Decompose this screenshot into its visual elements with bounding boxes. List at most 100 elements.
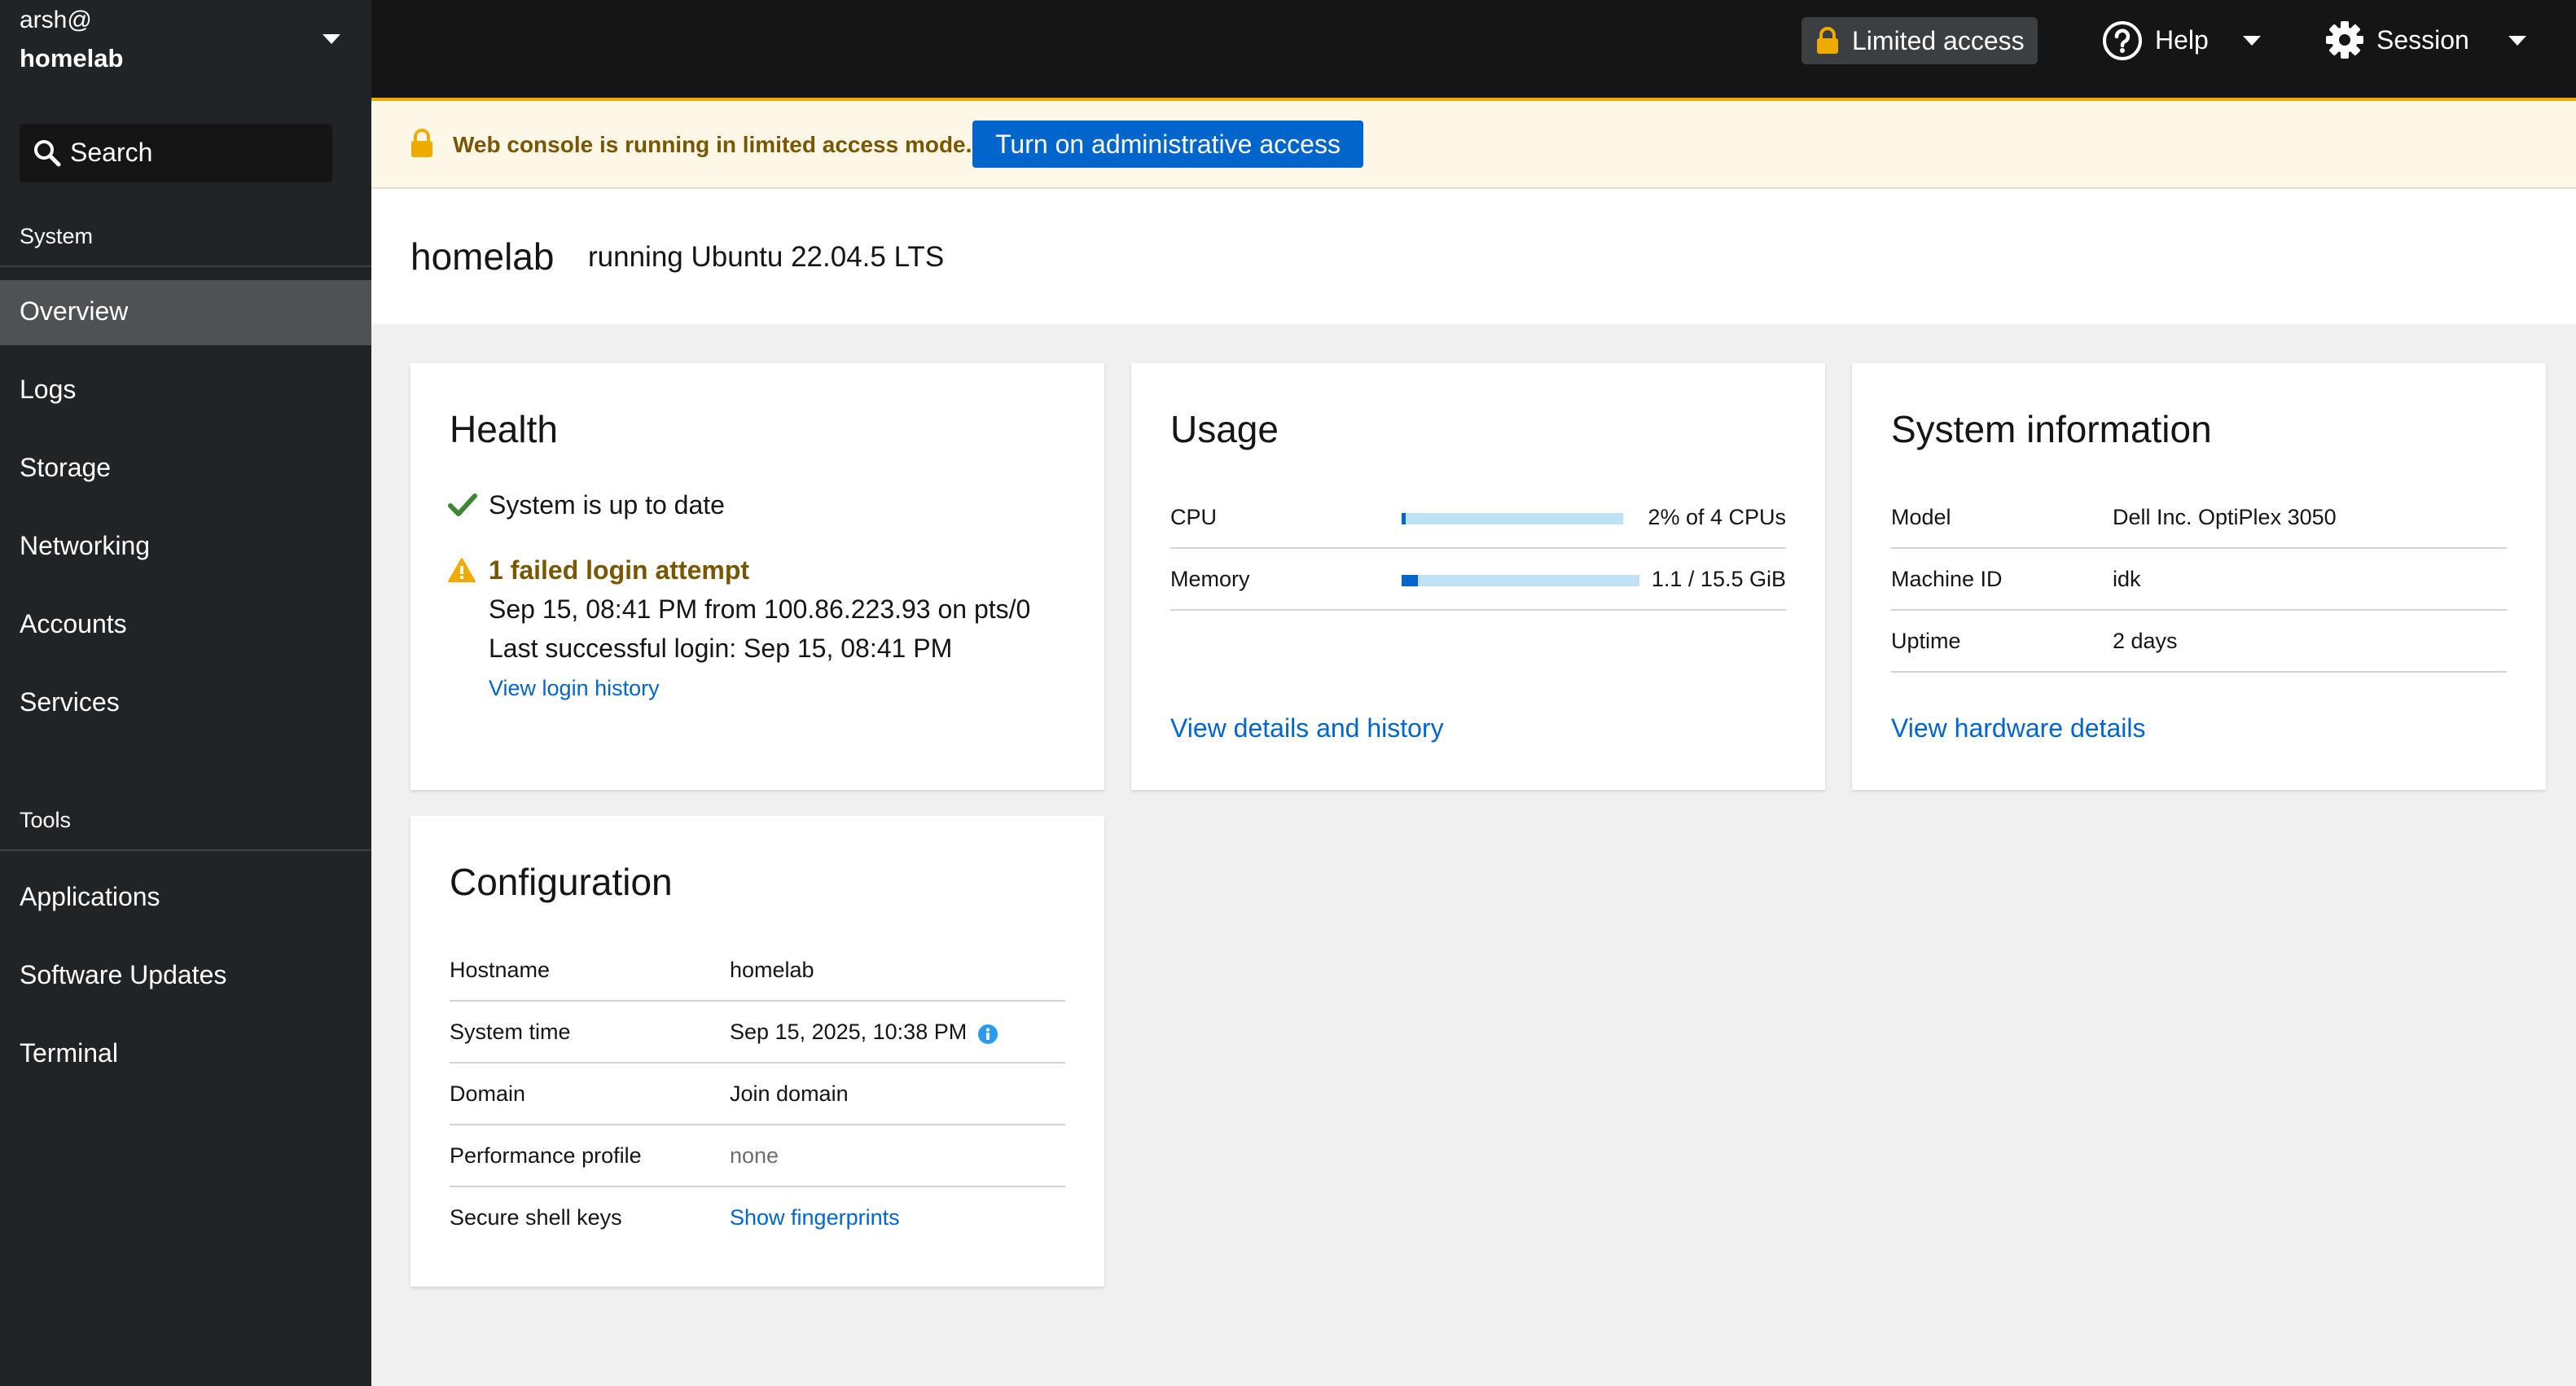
sidebar-item-terminal[interactable]: Terminal [0, 1022, 371, 1087]
sidebar-item-label: Overview [20, 296, 129, 326]
cpu-usage-fill [1402, 513, 1406, 524]
sidebar-item-label: Software Updates [20, 960, 227, 989]
view-hardware-details-link[interactable]: View hardware details [1891, 713, 2145, 743]
sidebar-item-overview[interactable]: Overview [0, 280, 371, 345]
sidebar-item-label: Terminal [20, 1038, 118, 1068]
sidebar-item-label: Networking [20, 531, 151, 560]
limited-access-label: Limited access [1852, 26, 2025, 55]
topbar: Limited access Help Session [371, 0, 2576, 98]
show-fingerprints-link[interactable]: Show fingerprints [730, 1205, 900, 1230]
nav-section-system: System [20, 224, 94, 248]
sidebar-item-software-updates[interactable]: Software Updates [0, 944, 371, 1009]
limited-access-alert: Web console is running in limited access… [371, 98, 2576, 189]
help-icon [2103, 21, 2142, 60]
sidebar-item-applications[interactable]: Applications [0, 866, 371, 931]
health-card: Health System is up to date 1 failed log… [410, 363, 1104, 790]
chevron-down-icon [323, 34, 340, 44]
host-name: homelab [20, 44, 124, 72]
failed-login-detail: Sep 15, 08:41 PM from 100.86.223.93 on p… [489, 594, 1031, 624]
performance-profile-value[interactable]: none [730, 1143, 779, 1169]
uptime-value: 2 days [2113, 629, 2178, 653]
help-menu[interactable]: Help [2101, 16, 2280, 65]
page-header: homelab running Ubuntu 22.04.5 LTS [371, 189, 2576, 324]
sidebar-item-logs[interactable]: Logs [0, 358, 371, 423]
machine-id-value: idk [2113, 567, 2141, 591]
warning-icon [448, 558, 476, 582]
memory-usage-fill [1402, 575, 1419, 586]
sidebar-item-label: Applications [20, 882, 160, 911]
card-title: Usage [1170, 408, 1279, 450]
system-information-card: System information Model Dell Inc. OptiP… [1852, 363, 2546, 790]
domain-row: Domain Join domain [450, 1064, 1065, 1125]
page-title: homelab [410, 235, 555, 278]
alert-text: Web console is running in limited access… [453, 132, 972, 157]
cpu-label: CPU [1170, 505, 1218, 529]
host-switcher[interactable]: arsh@ homelab [0, 0, 371, 98]
lock-icon [1817, 27, 1838, 54]
system-time-value[interactable]: Sep 15, 2025, 10:38 PM [730, 1020, 967, 1045]
performance-profile-row: Performance profile none [450, 1125, 1065, 1187]
limited-access-button[interactable]: Limited access [1801, 17, 2038, 64]
system-time-label: System time [450, 1020, 571, 1044]
help-label: Help [2155, 25, 2209, 55]
search-icon [34, 140, 61, 167]
machine-id-row: Machine ID idk [1891, 549, 2507, 611]
model-row: Model Dell Inc. OptiPlex 3050 [1891, 487, 2507, 549]
update-status: System is up to date [489, 490, 725, 520]
hostname-row: Hostname homelab [450, 940, 1065, 1002]
chevron-down-icon [2243, 36, 2261, 46]
usage-card: Usage CPU 2% of 4 CPUs Memory 1.1 / 15.5… [1131, 363, 1825, 790]
memory-label: Memory [1170, 567, 1250, 591]
sidebar-item-label: Logs [20, 375, 77, 404]
nav-section-tools: Tools [20, 808, 72, 832]
performance-profile-label: Performance profile [450, 1143, 642, 1168]
turn-on-admin-access-button[interactable]: Turn on administrative access [972, 121, 1363, 168]
join-domain-button[interactable]: Join domain [730, 1081, 849, 1107]
machine-id-label: Machine ID [1891, 567, 2003, 591]
search-input[interactable]: Search [20, 124, 332, 182]
model-value: Dell Inc. OptiPlex 3050 [2113, 505, 2337, 529]
sidebar-item-label: Services [20, 687, 120, 717]
lock-icon [411, 129, 432, 157]
uptime-label: Uptime [1891, 629, 1961, 653]
check-icon [448, 493, 477, 516]
configuration-card: Configuration Hostname homelab System ti… [410, 816, 1104, 1287]
session-menu[interactable]: Session [2324, 16, 2561, 65]
search-label: Search [70, 138, 153, 167]
sidebar-item-services[interactable]: Services [0, 671, 371, 736]
sidebar-item-accounts[interactable]: Accounts [0, 593, 371, 658]
host-user: arsh@ [20, 7, 92, 33]
domain-label: Domain [450, 1081, 526, 1106]
memory-usage-bar [1402, 575, 1639, 586]
chevron-down-icon [2508, 36, 2526, 46]
hostname-label: Hostname [450, 958, 551, 982]
ssh-keys-row: Secure shell keys Show fingerprints [450, 1187, 1065, 1249]
view-details-history-link[interactable]: View details and history [1170, 713, 1444, 743]
cpu-value: 2% of 4 CPUs [1648, 505, 1786, 529]
memory-row: Memory 1.1 / 15.5 GiB [1170, 549, 1786, 611]
card-title: System information [1891, 408, 2212, 450]
model-label: Model [1891, 505, 1951, 529]
sidebar: arsh@ homelab Search System Overview Log… [0, 0, 371, 1386]
ssh-keys-label: Secure shell keys [450, 1205, 622, 1230]
sidebar-item-storage[interactable]: Storage [0, 436, 371, 502]
failed-login-title: 1 failed login attempt [489, 555, 750, 585]
uptime-row: Uptime 2 days [1891, 611, 2507, 673]
divider [0, 265, 371, 267]
memory-value: 1.1 / 15.5 GiB [1651, 567, 1786, 591]
os-description: running Ubuntu 22.04.5 LTS [588, 241, 945, 273]
cpu-row: CPU 2% of 4 CPUs [1170, 487, 1786, 549]
cpu-usage-bar [1402, 513, 1623, 524]
session-label: Session [2376, 25, 2469, 55]
sidebar-item-label: Storage [20, 453, 112, 482]
card-title: Configuration [450, 861, 673, 903]
view-login-history-link[interactable]: View login history [489, 676, 660, 701]
info-icon[interactable] [977, 1024, 998, 1045]
sidebar-item-label: Accounts [20, 609, 127, 638]
hostname-value[interactable]: homelab [730, 958, 814, 983]
gear-icon [2326, 21, 2363, 59]
divider [0, 849, 371, 851]
last-login: Last successful login: Sep 15, 08:41 PM [489, 634, 953, 663]
sidebar-item-networking[interactable]: Networking [0, 515, 371, 580]
card-title: Health [450, 408, 558, 450]
